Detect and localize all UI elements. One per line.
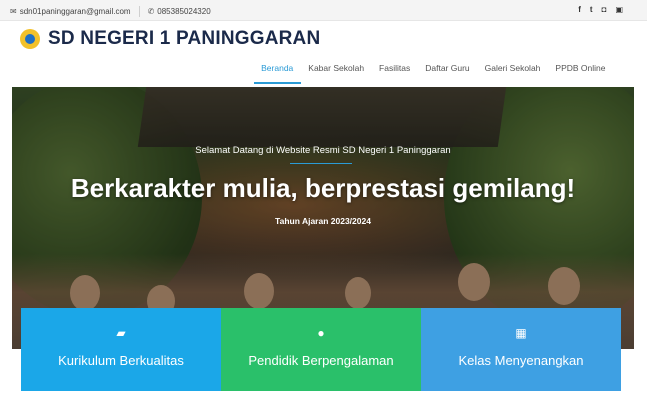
book-icon: ▰ — [116, 326, 126, 340]
phone-icon: ✆ — [147, 7, 155, 16]
social-links: f t ◘ ▣ — [578, 5, 623, 14]
facebook-icon[interactable]: f — [578, 5, 581, 14]
feature-boxes: ▰ Kurikulum Berkualitas ● Pendidik Berpe… — [21, 308, 621, 391]
instagram-icon[interactable]: ◘ — [602, 5, 607, 14]
table-icon: ▦ — [515, 326, 527, 340]
twitter-icon[interactable]: t — [590, 5, 593, 14]
nav-item-kabar-sekolah[interactable]: Kabar Sekolah — [301, 63, 372, 85]
feature-kurikulum[interactable]: ▰ Kurikulum Berkualitas — [21, 308, 221, 391]
feature-label: Kelas Menyenangkan — [458, 353, 584, 368]
hero-divider — [290, 163, 352, 164]
youtube-icon[interactable]: ▣ — [615, 5, 623, 14]
feature-pendidik[interactable]: ● Pendidik Berpengalaman — [221, 308, 421, 391]
feature-label: Pendidik Berpengalaman — [248, 353, 394, 368]
nav-item-ppdb-online[interactable]: PPDB Online — [548, 63, 613, 85]
nav-item-beranda[interactable]: Beranda — [253, 63, 301, 85]
nav-item-daftar-guru[interactable]: Daftar Guru — [418, 63, 477, 85]
brand[interactable]: SD NEGERI 1 PANINGGARAN — [20, 28, 320, 50]
divider — [138, 6, 140, 17]
school-logo-icon — [20, 29, 40, 49]
page: ✉ sdn01paninggaran@gmail.com ✆ 085385024… — [0, 0, 647, 401]
envelope-icon: ✉ — [10, 7, 17, 16]
contact-info: ✉ sdn01paninggaran@gmail.com ✆ 085385024… — [10, 6, 211, 17]
nav-item-fasilitas[interactable]: Fasilitas — [372, 63, 418, 85]
top-contact-bar: ✉ sdn01paninggaran@gmail.com ✆ 085385024… — [0, 0, 647, 21]
main-nav: Beranda Kabar Sekolah Fasilitas Daftar G… — [253, 63, 613, 85]
hero-academic-year: Tahun Ajaran 2023/2024 — [275, 216, 371, 226]
site-title: SD NEGERI 1 PANINGGARAN — [48, 28, 321, 49]
users-icon: ● — [317, 326, 325, 340]
nav-item-galeri-sekolah[interactable]: Galeri Sekolah — [477, 63, 548, 85]
contact-email[interactable]: sdn01paninggaran@gmail.com — [20, 7, 131, 16]
hero-welcome-text: Selamat Datang di Website Resmi SD Neger… — [195, 145, 451, 156]
feature-label: Kurikulum Berkualitas — [58, 353, 184, 368]
contact-phone[interactable]: 085385024320 — [157, 7, 210, 16]
feature-kelas[interactable]: ▦ Kelas Menyenangkan — [421, 308, 621, 391]
hero-tagline: Berkarakter mulia, berprestasi gemilang! — [70, 173, 576, 203]
